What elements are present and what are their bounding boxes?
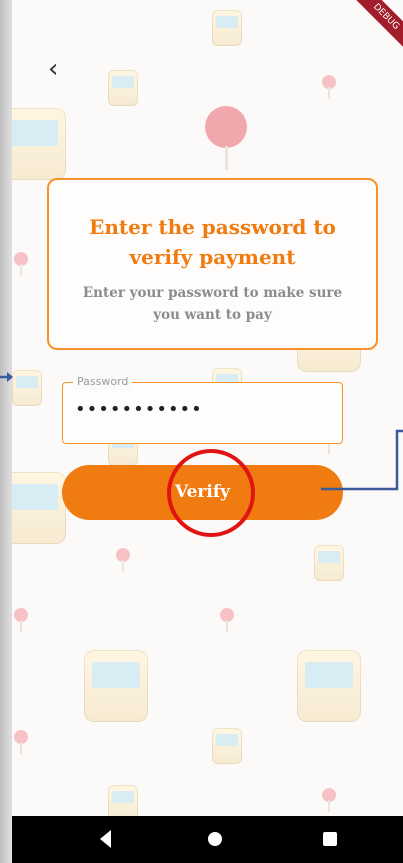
annotation-connector-line [321, 429, 403, 491]
password-value[interactable]: ••••••••••• [75, 399, 203, 420]
bus-icon [12, 370, 42, 406]
map-pin-icon [14, 730, 28, 754]
bus-icon [108, 70, 138, 106]
map-pin-icon [322, 788, 336, 812]
back-button[interactable]: ‹ [48, 55, 72, 83]
map-pin-icon [220, 608, 234, 632]
bus-icon [12, 472, 66, 544]
map-pin-icon [322, 75, 336, 99]
bus-icon [108, 785, 138, 816]
nav-home-icon[interactable] [208, 832, 222, 846]
verify-button[interactable]: Verify [62, 465, 343, 520]
info-card: Enter the password to verify payment Ent… [47, 178, 378, 350]
bus-icon [84, 650, 148, 722]
nav-recents-icon[interactable] [323, 832, 337, 846]
chevron-left-icon: ‹ [48, 54, 59, 84]
annotation-arrow-right-icon [0, 372, 13, 382]
password-field[interactable]: Password ••••••••••• [62, 374, 343, 444]
map-pin-icon [116, 548, 130, 572]
password-label: Password [73, 374, 133, 390]
map-pin-icon [14, 252, 28, 276]
card-subtitle: Enter your password to make sure you wan… [82, 285, 343, 323]
bus-icon [314, 545, 344, 581]
map-pin-icon [205, 106, 247, 170]
bus-icon [212, 728, 242, 764]
nav-back-icon[interactable] [100, 830, 111, 848]
map-pin-icon [14, 608, 28, 632]
bus-icon [12, 108, 66, 180]
bus-icon [212, 10, 242, 46]
card-title: Enter the password to verify payment [89, 215, 336, 269]
system-navigation-bar [12, 816, 403, 863]
bus-icon [297, 650, 361, 722]
